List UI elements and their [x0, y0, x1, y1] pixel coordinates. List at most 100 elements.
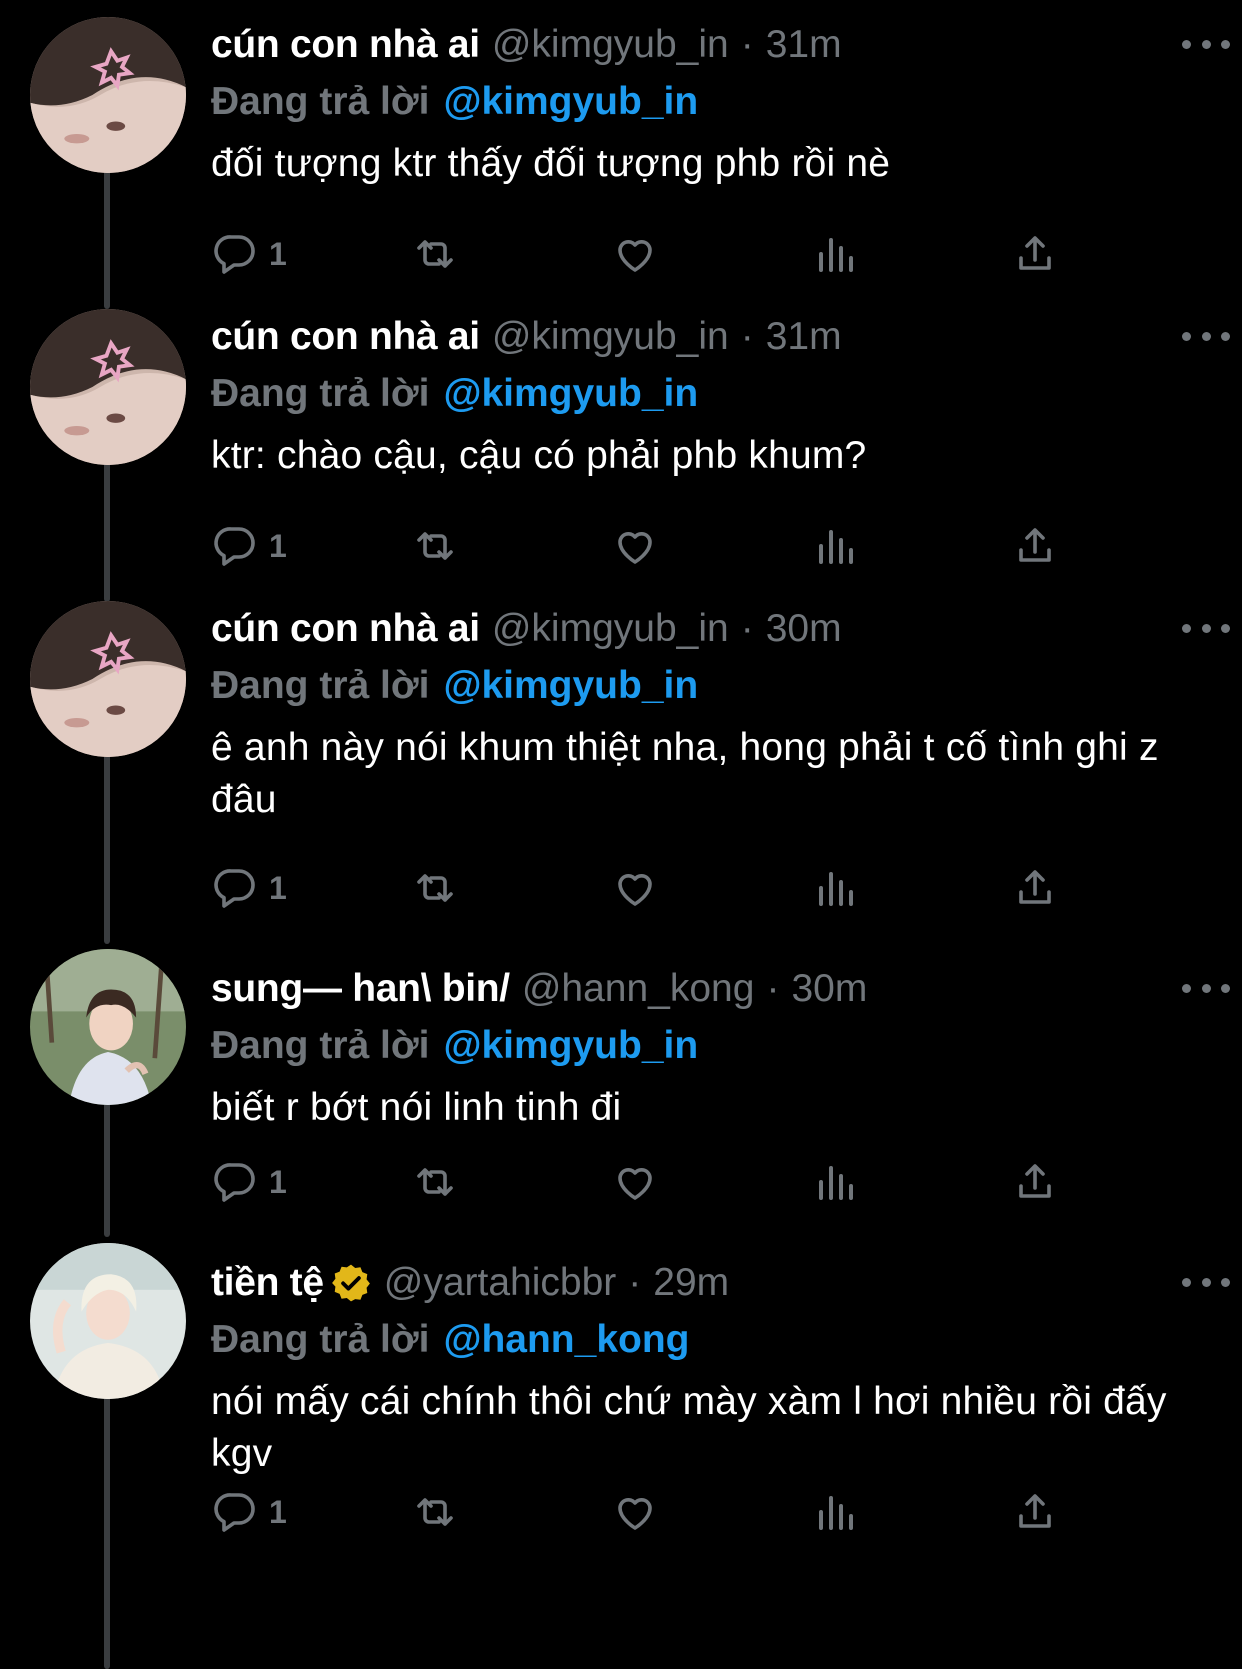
reply-button[interactable]: 1	[211, 858, 287, 918]
views-button[interactable]	[811, 858, 859, 918]
replying-to-handle[interactable]: @kimgyub_in	[443, 664, 698, 708]
share-icon	[1019, 236, 1051, 270]
user-handle[interactable]: @kimgyub_in	[492, 23, 729, 67]
views-icon	[819, 1496, 853, 1530]
reply-icon	[214, 235, 255, 274]
display-name[interactable]: sung— han\ bin/	[211, 967, 510, 1011]
views-icon	[819, 238, 853, 272]
avatar[interactable]	[30, 949, 186, 1105]
share-button[interactable]	[1011, 1152, 1059, 1212]
tweet[interactable]: sung— han\ bin/ @hann_kong · 30m Đang tr…	[0, 944, 1242, 1236]
like-button[interactable]	[611, 1152, 659, 1212]
views-icon	[819, 872, 853, 906]
user-handle[interactable]: @kimgyub_in	[492, 315, 729, 359]
reply-count: 1	[269, 1163, 287, 1200]
more-icon[interactable]	[1182, 326, 1230, 346]
separator-dot: ·	[740, 315, 754, 358]
user-handle[interactable]: @yartahicbbr	[384, 1261, 617, 1305]
separator-dot: ·	[766, 967, 780, 1010]
tweet-header: sung— han\ bin/ @hann_kong · 30m	[211, 958, 1212, 1020]
share-button[interactable]	[1011, 224, 1059, 284]
like-icon	[618, 240, 652, 272]
reply-icon	[214, 1163, 255, 1202]
share-button[interactable]	[1011, 858, 1059, 918]
reply-icon	[214, 527, 255, 566]
retweet-button[interactable]	[411, 858, 459, 918]
replying-to-label: Đang trả lời	[211, 1024, 430, 1067]
timestamp[interactable]: 29m	[653, 1261, 729, 1305]
tweet-text: biết r bớt nói linh tinh đi	[211, 1086, 622, 1129]
more-icon[interactable]	[1182, 1272, 1230, 1292]
reply-icon	[214, 1493, 255, 1532]
retweet-icon	[417, 532, 453, 560]
retweet-button[interactable]	[411, 516, 459, 576]
reply-button[interactable]: 1	[211, 224, 287, 284]
reply-button[interactable]: 1	[211, 516, 287, 576]
timestamp[interactable]: 30m	[791, 967, 867, 1011]
avatar[interactable]	[30, 601, 186, 757]
tweet-text: ê anh này nói khum thiệt nha, hong phải …	[211, 726, 1159, 821]
views-button[interactable]	[811, 1482, 859, 1542]
retweet-button[interactable]	[411, 224, 459, 284]
replying-to-label: Đang trả lời	[211, 80, 430, 123]
like-button[interactable]	[611, 858, 659, 918]
replying-to: Đang trả lời @kimgyub_in	[211, 368, 1212, 420]
more-icon[interactable]	[1182, 618, 1230, 638]
timestamp[interactable]: 30m	[766, 607, 842, 651]
user-handle[interactable]: @hann_kong	[522, 967, 755, 1011]
verified-badge-icon	[331, 1264, 370, 1302]
views-icon	[819, 530, 853, 564]
retweet-button[interactable]	[411, 1152, 459, 1212]
retweet-icon	[417, 1498, 453, 1526]
avatar[interactable]	[30, 17, 186, 173]
replying-to: Đang trả lời @hann_kong	[211, 1314, 1212, 1366]
views-button[interactable]	[811, 1152, 859, 1212]
more-icon[interactable]	[1182, 978, 1230, 998]
tweet[interactable]: cún con nhà ai @kimgyub_in · 31m Đang tr…	[0, 292, 1242, 584]
reply-button[interactable]: 1	[211, 1152, 287, 1212]
views-button[interactable]	[811, 516, 859, 576]
tweet[interactable]: cún con nhà ai @kimgyub_in · 31m Đang tr…	[0, 0, 1242, 292]
tweet[interactable]: cún con nhà ai @kimgyub_in · 30m Đang tr…	[0, 584, 1242, 932]
user-handle[interactable]: @kimgyub_in	[492, 607, 729, 651]
replying-to-handle[interactable]: @kimgyub_in	[443, 372, 698, 416]
tweet-header: cún con nhà ai @kimgyub_in · 30m	[211, 598, 1212, 660]
views-icon	[819, 1166, 853, 1200]
timestamp[interactable]: 31m	[766, 315, 842, 359]
display-name[interactable]: cún con nhà ai	[211, 315, 480, 359]
replying-to-label: Đang trả lời	[211, 1318, 430, 1361]
display-name[interactable]: tiền tệ	[211, 1261, 324, 1305]
tweet-actions: 1	[211, 1152, 1091, 1212]
tweet-actions: 1	[211, 858, 1091, 918]
avatar[interactable]	[30, 309, 186, 465]
separator-dot: ·	[740, 23, 754, 66]
replying-to-handle[interactable]: @hann_kong	[443, 1318, 689, 1362]
like-button[interactable]	[611, 224, 659, 284]
replying-to: Đang trả lời @kimgyub_in	[211, 660, 1212, 712]
tweet[interactable]: tiền tệ @yartahicbbr · 29m Đang trả lời …	[0, 1238, 1242, 1669]
avatar[interactable]	[30, 1243, 186, 1399]
more-icon[interactable]	[1182, 34, 1230, 54]
share-button[interactable]	[1011, 1482, 1059, 1542]
reply-count: 1	[269, 527, 287, 564]
tweet-text: ktr: chào cậu, cậu có phải phb khum?	[211, 434, 867, 477]
share-icon	[1019, 1494, 1051, 1528]
reply-button[interactable]: 1	[211, 1482, 287, 1542]
like-icon	[618, 532, 652, 564]
like-button[interactable]	[611, 516, 659, 576]
reply-count: 1	[269, 1493, 287, 1530]
display-name[interactable]: cún con nhà ai	[211, 23, 480, 67]
retweet-icon	[417, 1168, 453, 1196]
share-icon	[1019, 528, 1051, 562]
retweet-button[interactable]	[411, 1482, 459, 1542]
timestamp[interactable]: 31m	[766, 23, 842, 67]
views-button[interactable]	[811, 224, 859, 284]
share-button[interactable]	[1011, 516, 1059, 576]
avatar-image	[30, 601, 186, 757]
display-name[interactable]: cún con nhà ai	[211, 607, 480, 651]
replying-to-handle[interactable]: @kimgyub_in	[443, 80, 698, 124]
replying-to: Đang trả lời @kimgyub_in	[211, 76, 1212, 128]
replying-to-handle[interactable]: @kimgyub_in	[443, 1024, 698, 1068]
like-button[interactable]	[611, 1482, 659, 1542]
share-icon	[1019, 1164, 1051, 1198]
